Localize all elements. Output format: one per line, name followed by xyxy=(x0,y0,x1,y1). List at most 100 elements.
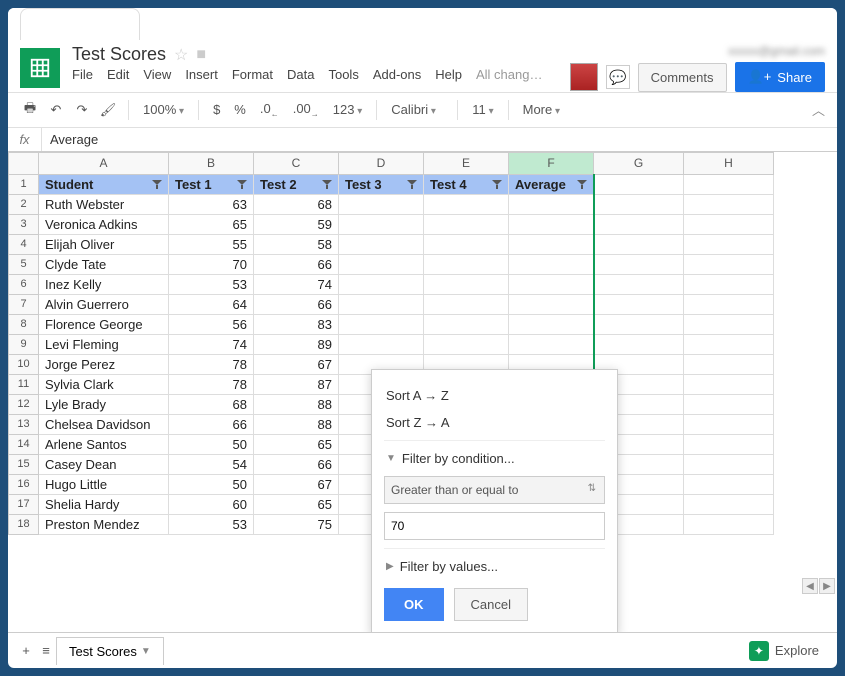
data-cell[interactable] xyxy=(339,234,424,254)
row-header-4[interactable]: 4 xyxy=(9,234,39,254)
data-cell[interactable] xyxy=(424,234,509,254)
menu-help[interactable]: Help xyxy=(435,67,462,82)
col-header-B[interactable]: B xyxy=(169,152,254,174)
data-cell[interactable] xyxy=(509,334,594,354)
filter-icon[interactable] xyxy=(575,177,589,191)
sheets-logo-icon[interactable] xyxy=(20,48,60,88)
filter-icon[interactable] xyxy=(150,177,164,191)
row-header-15[interactable]: 15 xyxy=(9,454,39,474)
row-header-16[interactable]: 16 xyxy=(9,474,39,494)
sort-az-option[interactable]: Sort A → Z xyxy=(384,382,605,409)
fx-input[interactable]: Average xyxy=(42,128,837,151)
data-cell[interactable] xyxy=(684,494,774,514)
filter-header-cell[interactable]: Student xyxy=(39,174,169,194)
data-cell[interactable]: 56 xyxy=(169,314,254,334)
data-cell[interactable] xyxy=(424,194,509,214)
row-header-5[interactable]: 5 xyxy=(9,254,39,274)
data-cell[interactable] xyxy=(509,234,594,254)
data-cell[interactable]: 64 xyxy=(169,294,254,314)
filter-icon[interactable] xyxy=(235,177,249,191)
data-cell[interactable] xyxy=(509,254,594,274)
menu-data[interactable]: Data xyxy=(287,67,314,82)
col-header-G[interactable]: G xyxy=(594,152,684,174)
row-header-17[interactable]: 17 xyxy=(9,494,39,514)
data-cell[interactable] xyxy=(594,334,684,354)
data-cell[interactable] xyxy=(684,454,774,474)
data-cell[interactable] xyxy=(509,294,594,314)
data-cell[interactable]: Veronica Adkins xyxy=(39,214,169,234)
row-header-13[interactable]: 13 xyxy=(9,414,39,434)
add-sheet-icon[interactable]: + xyxy=(16,641,36,661)
data-cell[interactable] xyxy=(594,294,684,314)
data-cell[interactable]: 89 xyxy=(254,334,339,354)
filter-header-cell[interactable]: Test 3 xyxy=(339,174,424,194)
data-cell[interactable] xyxy=(684,354,774,374)
col-header-F[interactable]: F xyxy=(509,152,594,174)
data-cell[interactable]: 50 xyxy=(169,434,254,454)
data-cell[interactable]: 50 xyxy=(169,474,254,494)
data-cell[interactable] xyxy=(424,334,509,354)
cancel-button[interactable]: Cancel xyxy=(454,588,528,621)
redo-icon[interactable]: ↷ xyxy=(72,100,92,120)
data-cell[interactable]: 65 xyxy=(254,434,339,454)
data-cell[interactable] xyxy=(684,274,774,294)
data-cell[interactable] xyxy=(594,234,684,254)
increase-decimal-button[interactable]: .00→ xyxy=(289,99,323,121)
data-cell[interactable]: 87 xyxy=(254,374,339,394)
scroll-right-icon[interactable]: ▶ xyxy=(819,578,835,594)
fx-label[interactable]: fx xyxy=(8,128,42,151)
empty-cell[interactable] xyxy=(684,174,774,194)
data-cell[interactable]: 66 xyxy=(254,294,339,314)
filter-icon[interactable] xyxy=(490,177,504,191)
data-cell[interactable]: 88 xyxy=(254,394,339,414)
row-header-6[interactable]: 6 xyxy=(9,274,39,294)
empty-cell[interactable] xyxy=(594,174,684,194)
folder-icon[interactable]: ■ xyxy=(196,46,206,64)
row-header-18[interactable]: 18 xyxy=(9,514,39,534)
menu-addons[interactable]: Add-ons xyxy=(373,67,421,82)
data-cell[interactable] xyxy=(684,474,774,494)
data-cell[interactable]: 68 xyxy=(254,194,339,214)
data-cell[interactable] xyxy=(339,214,424,234)
data-cell[interactable]: 54 xyxy=(169,454,254,474)
condition-select[interactable]: Greater than or equal to xyxy=(384,476,605,504)
menu-tools[interactable]: Tools xyxy=(328,67,358,82)
row-header-10[interactable]: 10 xyxy=(9,354,39,374)
data-cell[interactable] xyxy=(684,234,774,254)
data-cell[interactable]: 63 xyxy=(169,194,254,214)
data-cell[interactable] xyxy=(339,254,424,274)
menu-insert[interactable]: Insert xyxy=(185,67,218,82)
data-cell[interactable]: Alvin Guerrero xyxy=(39,294,169,314)
data-cell[interactable]: 59 xyxy=(254,214,339,234)
row-header-2[interactable]: 2 xyxy=(9,194,39,214)
data-cell[interactable] xyxy=(684,414,774,434)
data-cell[interactable] xyxy=(424,274,509,294)
col-header-A[interactable]: A xyxy=(39,152,169,174)
data-cell[interactable]: Lyle Brady xyxy=(39,394,169,414)
data-cell[interactable]: 65 xyxy=(254,494,339,514)
row-header-12[interactable]: 12 xyxy=(9,394,39,414)
share-button[interactable]: 👤+ Share xyxy=(735,62,825,92)
data-cell[interactable]: Jorge Perez xyxy=(39,354,169,374)
condition-value-input[interactable] xyxy=(384,512,605,540)
data-cell[interactable]: Hugo Little xyxy=(39,474,169,494)
explore-button[interactable]: ✦ Explore xyxy=(739,637,829,665)
data-cell[interactable] xyxy=(339,314,424,334)
data-cell[interactable]: Clyde Tate xyxy=(39,254,169,274)
data-cell[interactable] xyxy=(509,214,594,234)
all-changes-text[interactable]: All chang… xyxy=(476,67,542,82)
row-header-1[interactable]: 1 xyxy=(9,174,39,194)
data-cell[interactable]: 66 xyxy=(254,254,339,274)
data-cell[interactable] xyxy=(509,194,594,214)
filter-by-values-toggle[interactable]: ▶ Filter by values... xyxy=(384,553,605,580)
data-cell[interactable] xyxy=(424,314,509,334)
row-header-7[interactable]: 7 xyxy=(9,294,39,314)
data-cell[interactable]: 55 xyxy=(169,234,254,254)
data-cell[interactable] xyxy=(594,194,684,214)
data-cell[interactable]: 74 xyxy=(169,334,254,354)
menu-edit[interactable]: Edit xyxy=(107,67,129,82)
data-cell[interactable]: Ruth Webster xyxy=(39,194,169,214)
data-cell[interactable] xyxy=(684,334,774,354)
decrease-decimal-button[interactable]: .0← xyxy=(256,99,283,121)
avatar[interactable] xyxy=(570,63,598,91)
